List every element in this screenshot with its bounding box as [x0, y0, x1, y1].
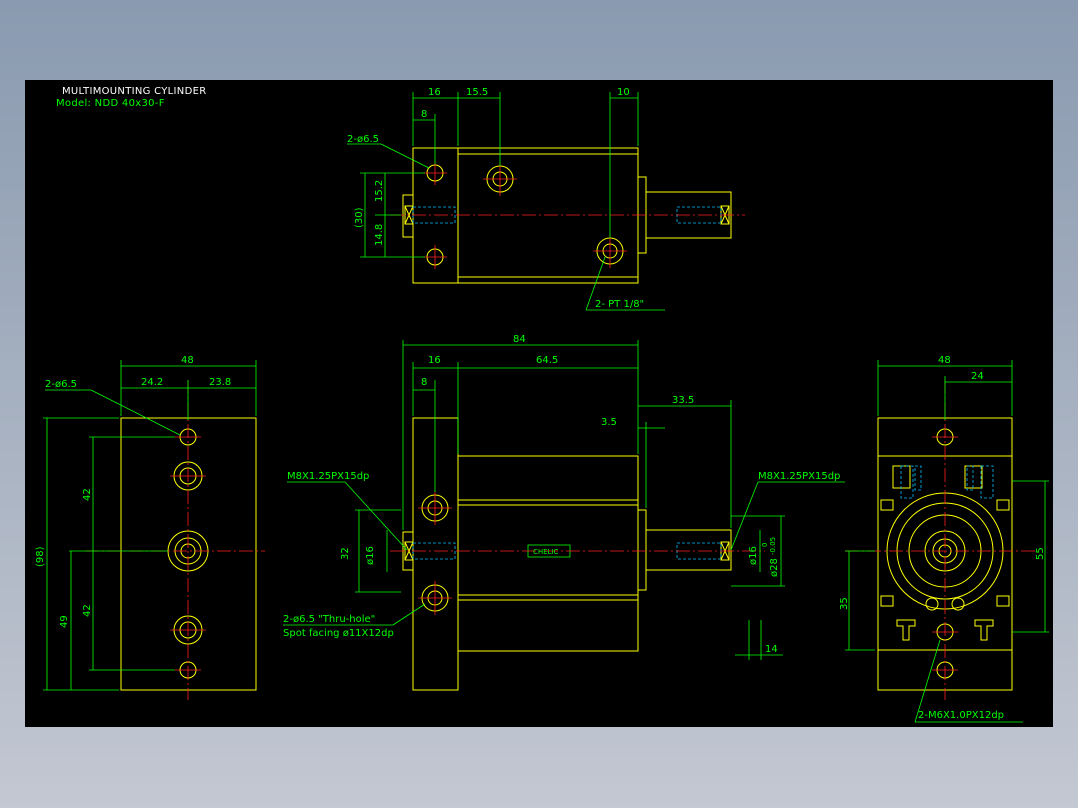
front-dim-84: 84	[513, 334, 526, 345]
front-dim-8: 8	[421, 377, 427, 388]
top-dim-10: 10	[617, 87, 630, 98]
top-dim-16: 16	[428, 87, 441, 98]
front-view-dimensions: 84 16 64.5 8 33.5 3.5 32 ø16 ø16 ø28 -0.…	[283, 334, 845, 660]
left-view-outline	[120, 417, 257, 691]
right-view-dimensions: 48 24 55 35 2-M6X1.0PX12dp	[839, 355, 1049, 723]
right-thread-label: 2-M6X1.0PX12dp	[918, 710, 1004, 721]
drawing-sheet: MULTIMOUNTING CYLINDER Model: NDD 40x30-…	[25, 80, 1053, 727]
front-rod-tol: -0.05	[769, 537, 777, 555]
front-right-bore: ø16	[748, 546, 759, 565]
front-dim-14: 14	[765, 644, 778, 655]
top-dim-30: (30)	[354, 207, 365, 228]
left-dim-42a: 42	[82, 488, 93, 501]
left-dim-48: 48	[181, 355, 194, 366]
front-nameplate: CHELIC	[533, 548, 559, 556]
right-dim-48: 48	[938, 355, 951, 366]
left-dim-42b: 42	[82, 604, 93, 617]
front-dim-16: 16	[428, 355, 441, 366]
left-view: 48 24.2 23.8 (98) 42 42 49 2-ø6.5	[35, 355, 265, 700]
top-view: 16 15.5 10 8 15.2 14.8 (30) 2-ø6.5 2- PT…	[347, 87, 745, 311]
cad-drawing: .o{stroke:#ffff00;fill:none;stroke-width…	[35, 87, 1049, 723]
front-holes-note: 2-ø6.5 "Thru-hole"	[283, 614, 375, 625]
left-dim-24-2: 24.2	[141, 377, 163, 388]
left-dim-98: (98)	[35, 546, 46, 567]
top-dim-14-8: 14.8	[374, 224, 385, 246]
top-dim-15-5: 15.5	[466, 87, 488, 98]
front-left-bore: ø16	[365, 546, 376, 565]
front-right-thread: M8X1.25PX15dp	[758, 471, 840, 482]
front-rod-dia: ø28	[769, 558, 780, 577]
front-dim-64-5: 64.5	[536, 355, 558, 366]
right-dim-24: 24	[971, 371, 984, 382]
right-dim-35: 35	[839, 597, 850, 610]
front-rod-tol2: 0	[761, 543, 769, 547]
front-view-centerlines	[390, 491, 765, 615]
front-view-outline	[402, 417, 732, 691]
left-holes-label: 2-ø6.5	[45, 379, 77, 390]
front-left-thread: M8X1.25PX15dp	[287, 471, 369, 482]
left-view-centerlines	[85, 380, 265, 700]
top-view-outline	[402, 147, 732, 284]
top-view-centerlines	[390, 161, 745, 269]
front-spot-note: Spot facing ø11X12dp	[283, 628, 394, 639]
right-dim-55: 55	[1035, 547, 1046, 560]
front-dim-32: 32	[340, 547, 351, 560]
front-dim-33-5: 33.5	[672, 395, 694, 406]
front-view: 84 16 64.5 8 33.5 3.5 32 ø16 ø16 ø28 -0.…	[283, 334, 845, 691]
front-dim-3-5: 3.5	[601, 417, 617, 428]
right-view: 48 24 55 35 2-M6X1.0PX12dp	[839, 355, 1049, 723]
top-dim-15-2: 15.2	[374, 180, 385, 202]
left-dim-23-8: 23.8	[209, 377, 231, 388]
left-view-dimensions: 48 24.2 23.8 (98) 42 42 49 2-ø6.5	[35, 355, 257, 691]
top-holes-label: 2-ø6.5	[347, 134, 379, 145]
top-dim-8: 8	[421, 109, 427, 120]
left-dim-49: 49	[59, 615, 70, 628]
top-port-label: 2- PT 1/8"	[595, 299, 644, 310]
